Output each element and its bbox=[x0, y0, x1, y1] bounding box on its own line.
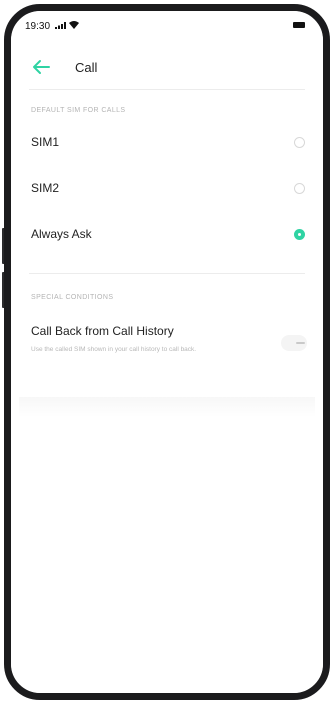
phone-device: 19:30 Call DEFAULT SIM FOR CALLS SIM1 SI… bbox=[0, 0, 334, 704]
header-divider bbox=[29, 89, 305, 90]
back-button[interactable] bbox=[31, 57, 53, 77]
option-sim2[interactable]: SIM2 bbox=[11, 169, 323, 209]
option-label: SIM2 bbox=[31, 181, 60, 195]
radio-button-selected[interactable] bbox=[294, 229, 305, 240]
toggle-knob bbox=[296, 342, 305, 344]
section-divider bbox=[29, 273, 305, 274]
back-arrow-icon bbox=[33, 60, 50, 74]
radio-button[interactable] bbox=[294, 183, 305, 194]
wifi-icon bbox=[69, 21, 79, 29]
status-time: 19:30 bbox=[25, 21, 51, 32]
default-sim-header: DEFAULT SIM FOR CALLS bbox=[31, 107, 126, 114]
battery-icon bbox=[293, 22, 305, 28]
special-conditions-header: SPECIAL CONDITIONS bbox=[31, 294, 114, 301]
page-title: Call bbox=[75, 60, 98, 75]
option-label: SIM1 bbox=[31, 135, 60, 149]
status-bar: 19:30 bbox=[11, 11, 323, 39]
call-back-toggle[interactable] bbox=[281, 335, 307, 351]
radio-button[interactable] bbox=[294, 137, 305, 148]
option-label: Always Ask bbox=[31, 227, 92, 241]
list-bottom-shadow bbox=[19, 397, 315, 417]
option-always-ask[interactable]: Always Ask bbox=[11, 215, 323, 255]
call-back-title: Call Back from Call History bbox=[31, 324, 174, 338]
signal-icon bbox=[55, 22, 66, 29]
option-sim1[interactable]: SIM1 bbox=[11, 123, 323, 163]
call-back-description: Use the called SIM shown in your call hi… bbox=[31, 346, 197, 353]
app-bar: Call bbox=[11, 51, 323, 83]
phone-screen: 19:30 Call DEFAULT SIM FOR CALLS SIM1 SI… bbox=[11, 11, 323, 693]
